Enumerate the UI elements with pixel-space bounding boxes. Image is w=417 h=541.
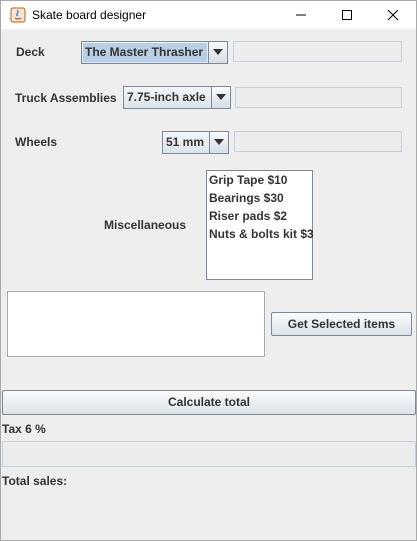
title-bar[interactable]: Skate board designer bbox=[1, 1, 416, 29]
chevron-down-icon bbox=[216, 94, 226, 100]
app-window: Skate board designer Deck The Master Thr… bbox=[0, 0, 417, 541]
close-icon bbox=[387, 9, 399, 21]
deck-combo[interactable]: The Master Thrasher bbox=[81, 41, 228, 64]
list-item[interactable]: Riser pads $2 bbox=[207, 207, 312, 225]
wheels-selected: 51 mm bbox=[166, 135, 205, 149]
close-button[interactable] bbox=[370, 1, 416, 29]
list-item[interactable]: Bearings $30 bbox=[207, 189, 312, 207]
wheels-price-field[interactable] bbox=[234, 131, 402, 152]
deck-dropdown-arrow[interactable] bbox=[208, 42, 227, 63]
trucks-combo[interactable]: 7.75-inch axle bbox=[123, 86, 231, 109]
chevron-down-icon bbox=[214, 139, 224, 145]
tax-field[interactable] bbox=[2, 442, 416, 467]
deck-label: Deck bbox=[16, 45, 45, 59]
trucks-dropdown-arrow[interactable] bbox=[211, 87, 230, 108]
misc-list[interactable]: Grip Tape $10 Bearings $30 Riser pads $2… bbox=[206, 170, 314, 280]
trucks-price-field[interactable] bbox=[235, 87, 402, 108]
chevron-down-icon bbox=[213, 49, 223, 55]
wheels-label: Wheels bbox=[15, 135, 58, 149]
window-title: Skate board designer bbox=[32, 8, 147, 22]
deck-selected: The Master Thrasher bbox=[83, 43, 207, 62]
tax-label: Tax 6 % bbox=[2, 422, 46, 436]
list-item[interactable]: Nuts & bolts kit $3 bbox=[207, 225, 314, 243]
trucks-label: Truck Assemblies bbox=[15, 91, 117, 105]
selected-items-textarea[interactable] bbox=[7, 291, 265, 357]
wheels-combo[interactable]: 51 mm bbox=[162, 131, 229, 154]
misc-label: Miscellaneous bbox=[104, 218, 187, 232]
wheels-dropdown-arrow[interactable] bbox=[209, 132, 228, 153]
deck-price-field[interactable] bbox=[233, 41, 402, 62]
minimize-icon bbox=[296, 14, 306, 16]
list-item[interactable]: Grip Tape $10 bbox=[207, 171, 312, 189]
maximize-icon bbox=[342, 10, 352, 20]
java-app-icon bbox=[10, 7, 26, 23]
total-sales-label: Total sales: bbox=[2, 474, 68, 488]
minimize-button[interactable] bbox=[278, 1, 324, 29]
trucks-selected: 7.75-inch axle bbox=[127, 90, 206, 104]
get-selected-items-button[interactable]: Get Selected items bbox=[271, 312, 412, 336]
calculate-total-button[interactable]: Calculate total bbox=[2, 390, 416, 415]
maximize-button[interactable] bbox=[324, 1, 370, 29]
